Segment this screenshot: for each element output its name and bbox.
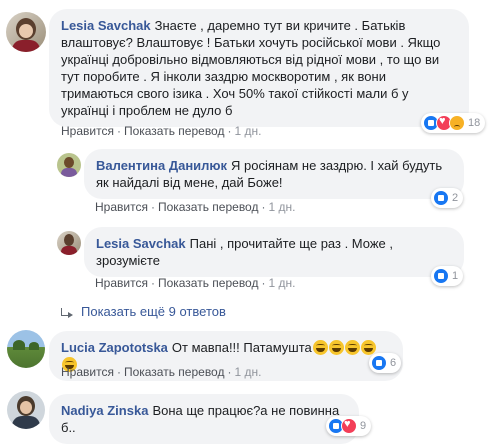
reactions-summary[interactable]: 6 <box>369 353 402 373</box>
comment-text: Знаєте , даремно тут ви кричите . Батькі… <box>61 18 441 118</box>
comment-actions: Нравится · Показать перевод · 1 дн. <box>95 276 296 290</box>
comment-bubble: Lesia Savchak Пані , прочитайте ще раз . … <box>84 227 464 277</box>
sad-icon <box>449 115 465 131</box>
like-icon <box>371 355 387 371</box>
comment-bubble: Nadiya Zinska Вона ще працює?а не повинна… <box>49 394 359 444</box>
avatar[interactable] <box>7 330 45 368</box>
comment-author[interactable]: Валентина Данилюк <box>96 158 227 173</box>
reactions-summary[interactable]: 1 <box>431 266 464 286</box>
avatar[interactable] <box>57 153 81 177</box>
translate-button[interactable]: Показать перевод <box>124 124 225 138</box>
like-button[interactable]: Нравится <box>61 124 114 138</box>
laughing-emoji-icon <box>344 340 360 355</box>
reaction-count: 1 <box>452 270 459 282</box>
comment-bubble: Валентина Данилюк Я росіянам не заздрю. І… <box>84 149 464 199</box>
comment-author[interactable]: Lesia Savchak <box>61 18 151 33</box>
avatar[interactable] <box>7 391 45 429</box>
reactions-summary[interactable]: 18 <box>421 113 486 133</box>
reactions-summary[interactable]: 2 <box>431 188 464 208</box>
reaction-count: 2 <box>452 192 459 204</box>
laughing-emoji-icon <box>360 340 376 355</box>
like-button[interactable]: Нравится <box>61 365 114 379</box>
reaction-count: 18 <box>468 117 481 129</box>
love-icon <box>341 418 357 434</box>
laughing-emoji-icon <box>312 340 328 355</box>
comment-bubble: Lesia Savchak Знаєте , даремно тут ви кри… <box>49 9 469 127</box>
show-more-replies-label: Показать ещё 9 ответов <box>81 304 226 319</box>
reactions-summary[interactable]: 9 <box>326 416 372 436</box>
timestamp[interactable]: 1 дн. <box>268 200 295 214</box>
timestamp[interactable]: 1 дн. <box>234 124 261 138</box>
comment-author[interactable]: Lucia Zapototska <box>61 340 168 355</box>
avatar[interactable] <box>6 12 46 52</box>
laughing-emoji-icon <box>328 340 344 355</box>
timestamp[interactable]: 1 дн. <box>234 365 261 379</box>
show-more-replies-link[interactable]: Показать ещё 9 ответов <box>61 304 226 319</box>
timestamp[interactable]: 1 дн. <box>268 276 295 290</box>
reply-arrow-icon <box>61 307 73 318</box>
translate-button[interactable]: Показать перевод <box>124 365 225 379</box>
comment-author[interactable]: Lesia Savchak <box>96 236 186 251</box>
like-icon <box>433 190 449 206</box>
reaction-count: 9 <box>360 420 367 432</box>
comment-actions: Нравится · Показать перевод · 1 дн. <box>95 200 296 214</box>
comment-text: От мавпа!!! Патамушта <box>171 340 312 355</box>
reaction-count: 6 <box>390 357 397 369</box>
avatar[interactable] <box>57 231 81 255</box>
like-icon <box>433 268 449 284</box>
comment-actions: Нравится · Показать перевод · 1 дн. <box>61 365 262 379</box>
like-button[interactable]: Нравится <box>95 276 148 290</box>
translate-button[interactable]: Показать перевод <box>158 200 259 214</box>
comment-author[interactable]: Nadiya Zinska <box>61 403 148 418</box>
like-button[interactable]: Нравится <box>95 200 148 214</box>
translate-button[interactable]: Показать перевод <box>158 276 259 290</box>
comment-actions: Нравится · Показать перевод · 1 дн. <box>61 124 262 138</box>
